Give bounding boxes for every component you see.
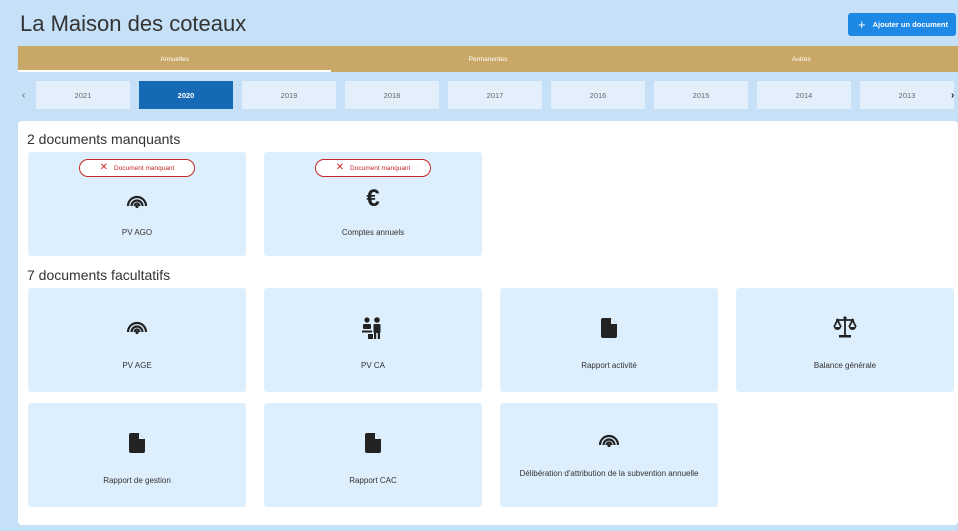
document-card-comptes-annuels[interactable]: ✕ Document manquant € Comptes annuels xyxy=(264,152,482,256)
close-icon: ✕ xyxy=(99,162,109,173)
document-label: PV AGO xyxy=(121,228,153,237)
plus-icon: + xyxy=(858,17,866,32)
document-icon xyxy=(28,433,246,453)
document-card-pv-ca[interactable]: PV CA xyxy=(264,288,482,392)
chevron-right-icon[interactable]: › xyxy=(951,72,954,118)
missing-badge: ✕ Document manquant xyxy=(79,159,195,177)
document-label: Rapport activité xyxy=(581,361,637,370)
add-document-label: Ajouter un document xyxy=(872,20,949,29)
category-tabs: Annuelles Permanentes Autres xyxy=(18,46,958,72)
scale-icon xyxy=(736,316,954,338)
year-2019[interactable]: 2019 xyxy=(242,81,336,109)
document-card-rapport-de-gestion[interactable]: Rapport de gestion xyxy=(28,403,246,507)
document-label: PV AGE xyxy=(122,361,152,370)
document-label: Rapport CAC xyxy=(349,476,397,485)
year-2020[interactable]: 2020 xyxy=(139,81,233,109)
missing-badge-label: Document manquant xyxy=(114,164,175,172)
year-2014[interactable]: 2014 xyxy=(757,81,851,109)
header: La Maison des coteaux + Ajouter un docum… xyxy=(0,0,958,46)
document-card-pv-age[interactable]: PV AGE xyxy=(28,288,246,392)
document-icon xyxy=(264,433,482,453)
year-selector: ‹ 2021 2020 2019 2018 2017 2016 2015 201… xyxy=(18,72,958,118)
year-2017[interactable]: 2017 xyxy=(448,81,542,109)
year-2013[interactable]: 2013 xyxy=(860,81,954,109)
year-2016[interactable]: 2016 xyxy=(551,81,645,109)
signal-icon xyxy=(500,431,718,449)
tab-permanentes[interactable]: Permanentes xyxy=(331,46,644,72)
tab-annuelles[interactable]: Annuelles xyxy=(18,46,332,72)
document-card-pv-ago[interactable]: ✕ Document manquant PV AGO xyxy=(28,152,246,256)
document-card-rapport-cac[interactable]: Rapport CAC xyxy=(264,403,482,507)
signal-icon xyxy=(28,192,246,210)
document-label: Délibération d'attribution de la subvent… xyxy=(519,469,699,478)
meeting-icon xyxy=(264,316,482,340)
euro-icon: € xyxy=(366,185,380,212)
tab-autres[interactable]: Autres xyxy=(645,46,958,72)
year-2018[interactable]: 2018 xyxy=(345,81,439,109)
year-2021[interactable]: 2021 xyxy=(36,81,130,109)
document-card-rapport-activite[interactable]: Rapport activité xyxy=(500,288,718,392)
year-2015[interactable]: 2015 xyxy=(654,81,748,109)
document-label: Comptes annuels xyxy=(341,228,405,237)
document-card-balance-generale[interactable]: Balance générale xyxy=(736,288,954,392)
optional-section-title: 7 documents facultatifs xyxy=(27,267,171,283)
close-icon: ✕ xyxy=(335,162,345,173)
chevron-left-icon[interactable]: ‹ xyxy=(22,72,25,118)
missing-badge: ✕ Document manquant xyxy=(315,159,431,177)
document-icon xyxy=(500,318,718,338)
missing-section-title: 2 documents manquants xyxy=(27,131,181,147)
signal-icon xyxy=(28,318,246,336)
document-card-deliberation-subvention[interactable]: Délibération d'attribution de la subvent… xyxy=(500,403,718,507)
page-title: La Maison des coteaux xyxy=(20,11,247,36)
document-label: PV CA xyxy=(360,361,385,370)
document-label: Balance générale xyxy=(813,361,877,370)
documents-panel: 2 documents manquants ✕ Document manquan… xyxy=(18,121,958,525)
document-label: Rapport de gestion xyxy=(103,476,171,485)
add-document-button[interactable]: + Ajouter un document xyxy=(848,13,956,36)
missing-badge-label: Document manquant xyxy=(350,164,411,172)
